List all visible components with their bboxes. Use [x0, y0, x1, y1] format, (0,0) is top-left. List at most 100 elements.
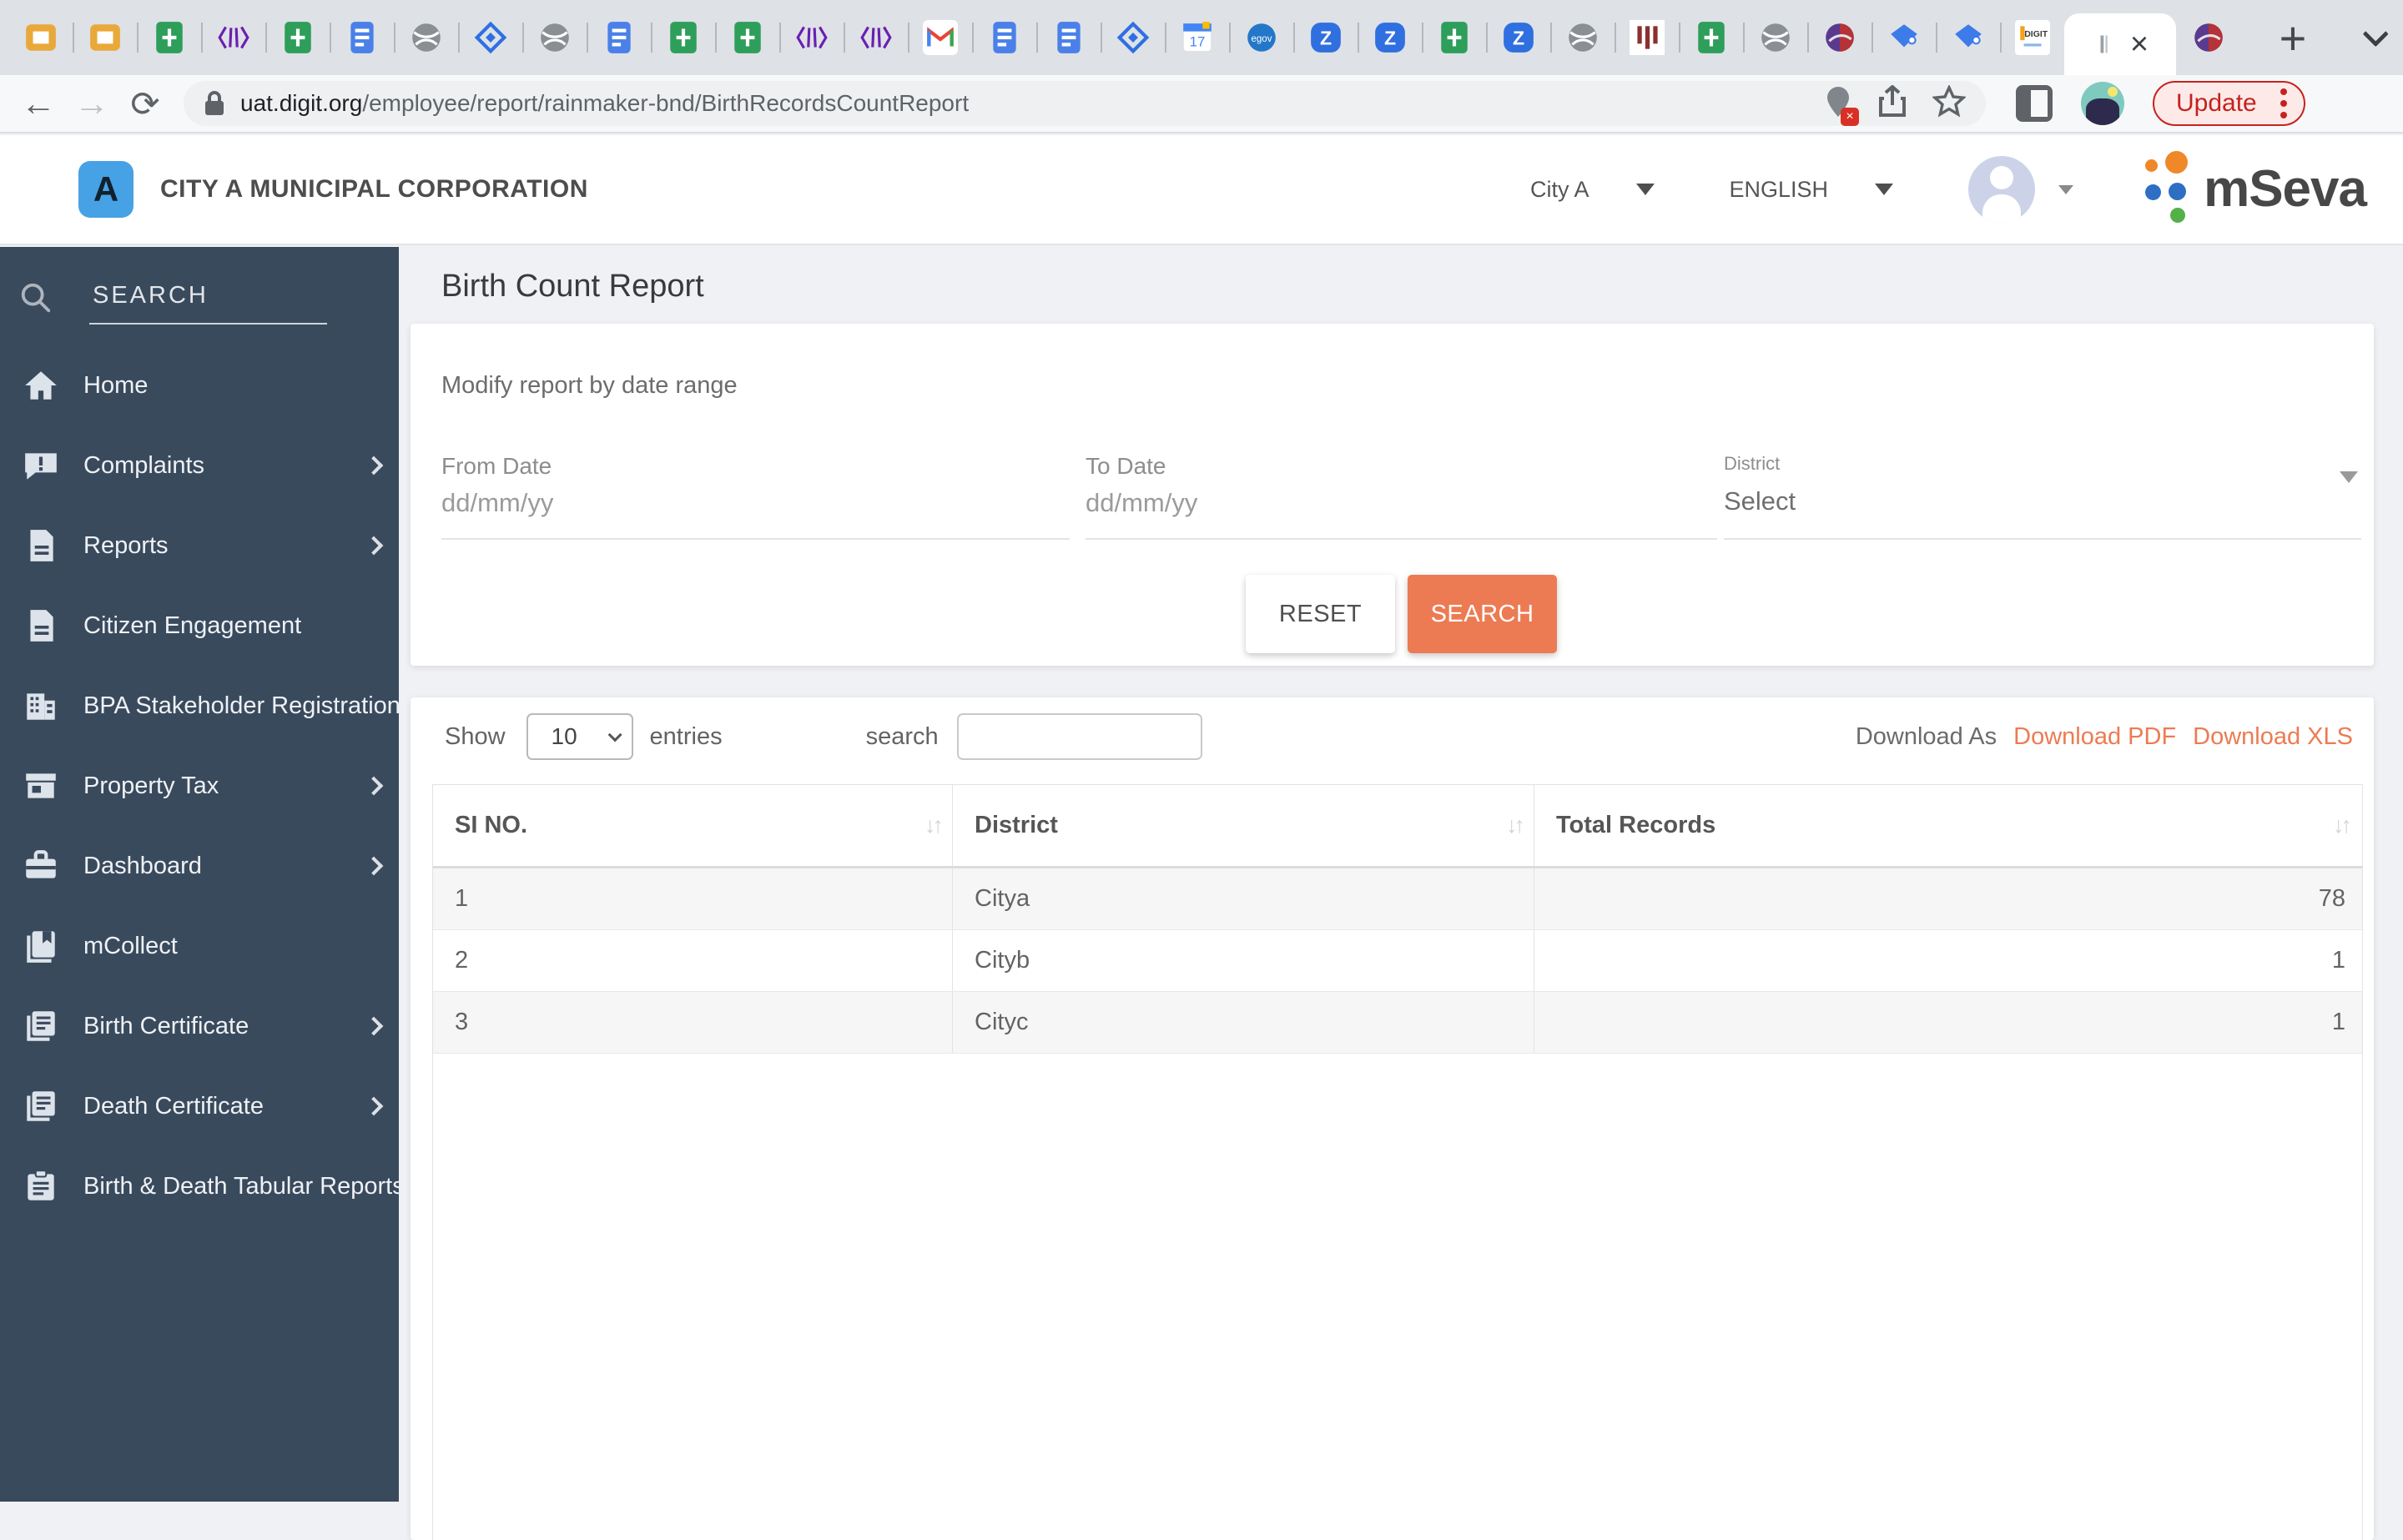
- sidebar-item-complaints[interactable]: Complaints: [0, 425, 399, 506]
- browser-tab[interactable]: Z: [1486, 14, 1550, 61]
- from-date-input[interactable]: [441, 480, 1007, 536]
- sidebar-item-reports[interactable]: Reports: [0, 506, 399, 586]
- browser-tab[interactable]: [330, 14, 394, 61]
- browser-tab[interactable]: [137, 14, 201, 61]
- district-select[interactable]: District Select: [1724, 453, 2361, 540]
- zoho-z-icon: Z: [1373, 20, 1408, 55]
- table-cell: 1: [433, 868, 952, 929]
- table-search-input[interactable]: [957, 713, 1202, 760]
- browser-tab[interactable]: [1936, 14, 2000, 61]
- browser-tab[interactable]: Z: [1358, 14, 1422, 61]
- document-icon: [22, 526, 60, 565]
- code-purple-icon: [859, 20, 894, 55]
- browser-tab[interactable]: [265, 14, 330, 61]
- sidebar-search-input[interactable]: [89, 277, 327, 325]
- sort-icon[interactable]: ↓↑: [924, 813, 940, 838]
- address-bar[interactable]: uat.digit.org/employee/report/rainmaker-…: [184, 81, 1986, 126]
- share-icon[interactable]: [1877, 85, 1907, 123]
- user-avatar[interactable]: [1968, 156, 2035, 223]
- browser-tab[interactable]: [394, 14, 458, 61]
- sidebar-item-bpa-stakeholder-registration[interactable]: BPA Stakeholder Registration: [0, 666, 399, 746]
- page-size-select[interactable]: 10: [526, 713, 633, 760]
- browser-tab[interactable]: [1743, 14, 1807, 61]
- sheet-green-icon: [280, 20, 315, 55]
- browser-tab[interactable]: [1036, 14, 1101, 61]
- browser-tab[interactable]: [972, 14, 1036, 61]
- browser-tab[interactable]: [1422, 14, 1486, 61]
- browser-tab[interactable]: [844, 14, 908, 61]
- browser-tab[interactable]: [779, 14, 844, 61]
- table-cell: 3: [433, 992, 952, 1053]
- browser-tab[interactable]: Z: [1293, 14, 1358, 61]
- forward-button[interactable]: →: [65, 83, 118, 123]
- report-filter-card: Modify report by date range From Date To…: [411, 324, 2374, 666]
- browser-tab[interactable]: [2176, 14, 2240, 61]
- browser-tab[interactable]: [908, 14, 972, 61]
- tab-overflow-button[interactable]: [2363, 0, 2381, 75]
- browser-profile-avatar[interactable]: [2081, 82, 2124, 125]
- main-content: Birth Count Report Modify report by date…: [399, 247, 2403, 1502]
- browser-tab[interactable]: [201, 14, 265, 61]
- browser-tab[interactable]: [1872, 14, 1936, 61]
- city-selector[interactable]: City A: [1530, 177, 1655, 203]
- column-header-district[interactable]: District↓↑: [952, 785, 1534, 866]
- svg-text:egov: egov: [1251, 34, 1272, 44]
- sidebar-item-home[interactable]: Home: [0, 345, 399, 425]
- download-pdf-link[interactable]: Download PDF: [2013, 723, 2176, 751]
- browser-tab[interactable]: [458, 14, 522, 61]
- chevron-down-icon: [1636, 184, 1655, 195]
- browser-tab[interactable]: egov: [1229, 14, 1293, 61]
- reload-button[interactable]: ⟳: [118, 83, 172, 124]
- new-tab-button[interactable]: +: [2264, 11, 2322, 65]
- browser-tab[interactable]: [651, 14, 715, 61]
- back-button[interactable]: ←: [12, 83, 65, 123]
- sidebar: HomeComplaintsReportsCitizen EngagementB…: [0, 247, 399, 1502]
- sort-icon[interactable]: ↓↑: [2333, 813, 2349, 838]
- reset-button[interactable]: RESET: [1246, 575, 1395, 653]
- complaint-icon: [22, 446, 60, 485]
- diamond-blue-icon: [473, 20, 508, 55]
- sidebar-item-dashboard[interactable]: Dashboard: [0, 826, 399, 906]
- browser-tab[interactable]: [8, 14, 73, 61]
- sidebar-item-death-certificate[interactable]: Death Certificate: [0, 1066, 399, 1146]
- chrome-update-button[interactable]: Update: [2153, 81, 2305, 126]
- browser-tab[interactable]: [715, 14, 779, 61]
- entries-label: entries: [650, 723, 723, 751]
- browser-tab[interactable]: [73, 14, 137, 61]
- sidebar-item-citizen-engagement[interactable]: Citizen Engagement: [0, 586, 399, 666]
- doc-blue-icon: [1051, 20, 1086, 55]
- browser-tab[interactable]: DIGIT: [2000, 14, 2064, 61]
- sidebar-item-mcollect[interactable]: mCollect: [0, 906, 399, 986]
- table-cell: 2: [433, 930, 952, 991]
- column-header-total-records[interactable]: Total Records↓↑: [1534, 785, 2360, 866]
- side-panel-icon[interactable]: [2016, 85, 2053, 122]
- browser-tab[interactable]: [587, 14, 651, 61]
- close-tab-icon[interactable]: ×: [2130, 28, 2149, 60]
- sidebar-item-label: Birth & Death Tabular Reports: [83, 1173, 405, 1200]
- browser-menu-icon[interactable]: [2272, 88, 2295, 118]
- browser-tab[interactable]: [1615, 14, 1679, 61]
- sidebar-search: [0, 247, 399, 339]
- browser-tab[interactable]: [1101, 14, 1165, 61]
- sidebar-item-property-tax[interactable]: Property Tax: [0, 746, 399, 826]
- browser-tab[interactable]: [1807, 14, 1872, 61]
- browser-tab-strip: 17egovZZZDIGIT× +: [0, 0, 2403, 75]
- browser-tab[interactable]: [522, 14, 587, 61]
- sidebar-item-birth-death-tabular-reports[interactable]: Birth & Death Tabular Reports: [0, 1146, 399, 1226]
- browser-tab[interactable]: [1550, 14, 1615, 61]
- location-blocked-icon[interactable]: ×: [1824, 85, 1852, 123]
- chevron-down-icon[interactable]: [2058, 185, 2073, 194]
- building-icon: [22, 687, 60, 725]
- browser-tab[interactable]: [1679, 14, 1743, 61]
- bookmark-star-icon[interactable]: [1932, 85, 1966, 123]
- to-date-input[interactable]: [1086, 480, 1654, 536]
- table-search-label: search: [866, 723, 939, 751]
- active-tab[interactable]: ×: [2064, 13, 2176, 75]
- column-header-si-no-[interactable]: SI NO.↓↑: [433, 785, 952, 866]
- download-xls-link[interactable]: Download XLS: [2193, 723, 2353, 751]
- search-button[interactable]: SEARCH: [1408, 575, 1557, 653]
- browser-tab[interactable]: 17: [1165, 14, 1229, 61]
- sort-icon[interactable]: ↓↑: [1506, 813, 1522, 838]
- sidebar-item-birth-certificate[interactable]: Birth Certificate: [0, 986, 399, 1066]
- language-selector[interactable]: ENGLISH: [1730, 177, 1894, 203]
